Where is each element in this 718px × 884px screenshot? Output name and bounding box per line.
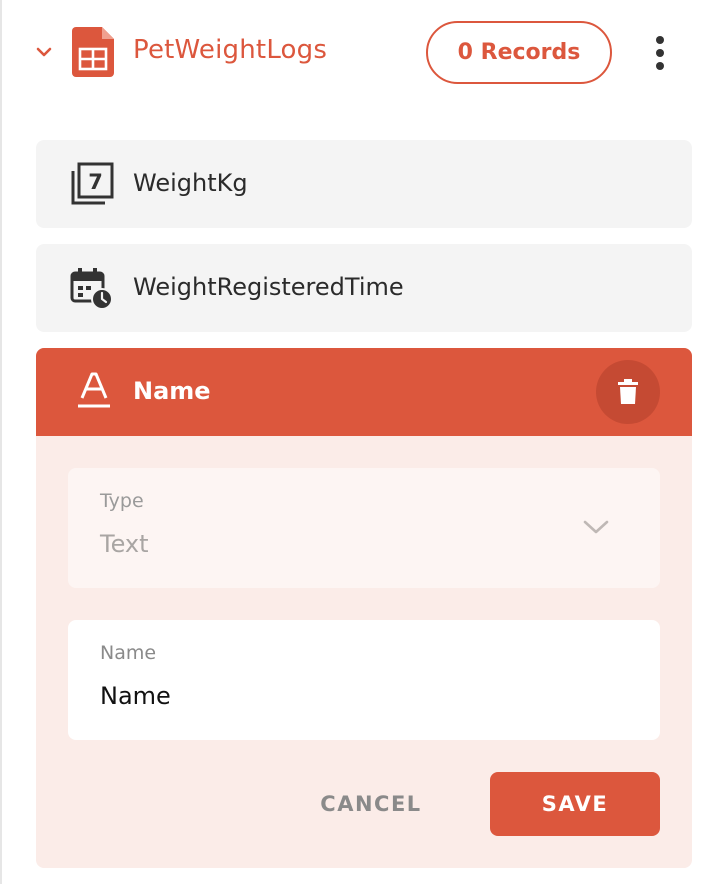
text-field-icon (78, 372, 110, 408)
field-editor-title: Name (133, 377, 211, 405)
type-select-label: Type (100, 490, 144, 512)
table-header: PetWeightLogs 0 Records (2, 0, 718, 110)
calendar-clock-icon (70, 268, 113, 310)
records-count-button[interactable]: 0 Records (426, 21, 612, 84)
field-label: WeightRegisteredTime (133, 273, 404, 301)
type-select[interactable]: Type Text (68, 468, 660, 588)
chevron-down-icon[interactable] (36, 44, 52, 60)
save-button[interactable]: SAVE (490, 772, 660, 836)
name-field[interactable]: Name Name (68, 620, 660, 740)
delete-field-button[interactable] (596, 360, 660, 424)
field-row-weightregisteredtime[interactable]: WeightRegisteredTime (36, 244, 692, 332)
table-sheet-icon (72, 27, 114, 77)
field-row-weightkg[interactable]: 7 WeightKg (36, 140, 692, 228)
svg-text:7: 7 (88, 170, 103, 194)
field-label: WeightKg (133, 169, 248, 197)
chevron-down-icon (583, 520, 609, 534)
field-editor-header[interactable]: Name (36, 348, 692, 436)
cancel-button[interactable]: CANCEL (298, 772, 444, 836)
table-title[interactable]: PetWeightLogs (133, 35, 327, 65)
table-panel: PetWeightLogs 0 Records 7 WeightKg Weigh… (0, 0, 718, 884)
trash-icon (618, 379, 638, 404)
type-select-value: Text (100, 530, 149, 558)
number-field-icon: 7 (71, 162, 114, 205)
more-options-icon[interactable] (646, 33, 674, 73)
field-editor: Name Type Text Name Name CANCEL SAVE (36, 348, 692, 868)
